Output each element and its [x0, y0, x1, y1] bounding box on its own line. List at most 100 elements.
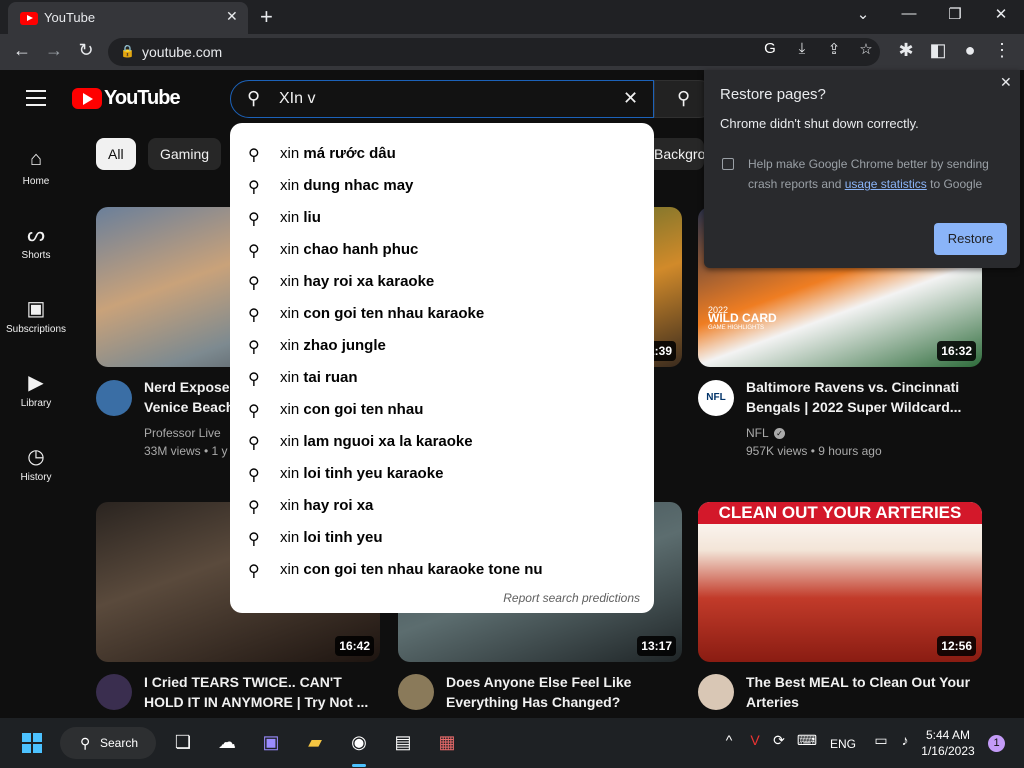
clock[interactable]: 5:44 AM 1/16/2023 [916, 727, 980, 759]
suggestion-item[interactable]: ⚲ xin loi tinh yeu [230, 522, 654, 554]
app-icon[interactable]: ▤ [388, 732, 418, 753]
channel-name[interactable]: Professor Live [144, 423, 230, 443]
menu-icon[interactable] [26, 90, 46, 106]
close-tab-icon[interactable]: ✕ [226, 8, 238, 25]
suggestion-text: zhao jungle [303, 337, 386, 354]
video-title-line[interactable]: Baltimore Ravens vs. Cincinnati [746, 377, 976, 397]
video-title-line[interactable]: Venice Beach [144, 397, 230, 417]
suggestion-item[interactable]: ⚲ xin dung nhac may [230, 170, 654, 202]
usage-statistics-link[interactable]: usage statistics [845, 177, 927, 191]
suggestion-text: hay roi xa [303, 497, 374, 514]
language-indicator[interactable]: ENG [830, 737, 856, 751]
video-meta: 957K views • 9 hours ago [746, 444, 882, 458]
tab-search-icon[interactable]: ⌄ [848, 5, 878, 23]
suggestion-text: hay roi xa karaoke [303, 273, 435, 290]
lock-icon[interactable]: 🔒 [120, 44, 135, 58]
keyboard-icon[interactable]: ⌨ [792, 732, 822, 749]
reload-icon[interactable]: ↻ [74, 40, 98, 61]
extensions-icon[interactable]: ✱ [894, 40, 918, 61]
windows-start-icon[interactable] [22, 733, 42, 753]
back-icon[interactable]: ← [10, 40, 34, 61]
chrome-icon[interactable]: ◉ [344, 732, 374, 753]
suggestion-item[interactable]: ⚲ xin chao hanh phuc [230, 234, 654, 266]
suggestion-item[interactable]: ⚲ xin liu [230, 202, 654, 234]
google-lens-icon[interactable]: G [758, 40, 782, 57]
taskbar-search[interactable]: ⚲ Search [60, 727, 156, 759]
suggestion-item[interactable]: ⚲ xin loi tinh yeu karaoke [230, 458, 654, 490]
suggestion-text: liu [303, 209, 321, 226]
video-title-line[interactable]: HOLD IT IN ANYMORE | Try Not ... [144, 692, 374, 712]
task-view-icon[interactable]: ❏ [168, 732, 198, 753]
restore-window-icon[interactable]: ❐ [940, 5, 970, 23]
report-search-predictions-link[interactable]: Report search predictions [503, 591, 640, 605]
close-dialog-icon[interactable]: ✕ [1000, 74, 1012, 91]
sidebar-item-history[interactable]: ◷ History [0, 444, 72, 483]
profile-icon[interactable]: ● [958, 40, 982, 61]
suggestion-item[interactable]: ⚲ xin con goi ten nhau karaoke [230, 298, 654, 330]
video-title-line[interactable]: I Cried TEARS TWICE.. CAN'T [144, 672, 374, 692]
suggestion-item[interactable]: ⚲ xin lam nguoi xa la karaoke [230, 426, 654, 458]
suggestion-text: chao hanh phuc [303, 241, 419, 258]
suggestion-item[interactable]: ⚲ xin tai ruan [230, 362, 654, 394]
sidebar-item-home[interactable]: ⌂ Home [0, 148, 72, 187]
suggestion-prefix: xin [280, 497, 300, 514]
forward-icon[interactable]: → [42, 40, 66, 61]
channel-avatar[interactable] [96, 674, 132, 710]
chrome-menu-icon[interactable]: ⋮ [990, 40, 1014, 61]
app-icon[interactable]: ▦ [432, 732, 462, 753]
chip-all[interactable]: All [96, 138, 136, 170]
minimize-icon[interactable]: — [894, 5, 924, 22]
suggestion-item[interactable]: ⚲ xin má rước dâu [230, 138, 654, 170]
bookmark-star-icon[interactable]: ☆ [854, 40, 878, 58]
video-title-line[interactable]: The Best MEAL to Clean Out Your [746, 672, 976, 692]
crash-report-checkbox[interactable] [722, 158, 734, 170]
video-title-line[interactable]: Bengals | 2022 Super Wildcard... [746, 397, 976, 417]
suggestion-item[interactable]: ⚲ xin con goi ten nhau [230, 394, 654, 426]
restore-button[interactable]: Restore [934, 223, 1007, 255]
chip-gaming[interactable]: Gaming [148, 138, 222, 170]
address-bar[interactable]: 🔒 youtube.com G ⤓ ⇪ ☆ [108, 38, 880, 66]
verified-check-icon: ✓ [774, 428, 785, 439]
side-panel-icon[interactable]: ◧ [926, 40, 950, 61]
video-title-line[interactable]: Arteries [746, 692, 976, 712]
library-icon: ▶ [28, 372, 44, 394]
youtube-logo-icon[interactable] [72, 88, 102, 109]
suggestion-item[interactable]: ⚲ xin zhao jungle [230, 330, 654, 362]
channel-avatar[interactable] [698, 674, 734, 710]
share-icon[interactable]: ⇪ [822, 40, 846, 58]
channel-avatar[interactable] [96, 380, 132, 416]
suggestion-prefix: xin [280, 561, 300, 578]
tray-sync-icon[interactable]: ⟳ [764, 732, 794, 749]
channel-avatar[interactable] [398, 674, 434, 710]
channel-name[interactable]: NFL [746, 423, 769, 443]
nfl-avatar[interactable]: NFL [698, 380, 734, 416]
search-suggestions-dropdown: ⚲ xin má rước dâu ⚲ xin dung nhac may ⚲ xin… [230, 123, 654, 613]
video-title-line[interactable]: Does Anyone Else Feel Like [446, 672, 676, 692]
browser-tab[interactable]: YouTube ✕ [8, 2, 248, 34]
chat-icon[interactable]: ▣ [256, 732, 286, 753]
active-app-indicator [352, 764, 366, 767]
search-icon: ⚲ [248, 499, 260, 516]
search-icon: ⚲ [248, 531, 260, 548]
suggestion-item[interactable]: ⚲ xin con goi ten nhau karaoke tone nu [230, 554, 654, 586]
video-title-line[interactable]: Everything Has Changed? [446, 692, 676, 712]
notification-badge[interactable]: 1 [988, 735, 1005, 752]
suggestion-item[interactable]: ⚲ xin hay roi xa karaoke [230, 266, 654, 298]
youtube-logo-text[interactable]: YouTube [104, 87, 181, 110]
search-icon: ⚲ [248, 307, 260, 324]
suggestion-prefix: xin [280, 145, 300, 162]
suggestion-item[interactable]: ⚲ xin hay roi xa [230, 490, 654, 522]
video-title-line[interactable]: Nerd Exposes [144, 377, 230, 397]
sidebar-item-shorts[interactable]: ᔕ Shorts [0, 222, 72, 261]
close-window-icon[interactable]: ✕ [986, 5, 1016, 23]
widgets-icon[interactable]: ☁ [212, 732, 242, 753]
sidebar-item-library[interactable]: ▶ Library [0, 370, 72, 409]
search-query[interactable]: XIn v [279, 90, 315, 108]
sidebar-item-subscriptions[interactable]: ▣ Subscriptions [0, 296, 72, 335]
file-explorer-icon[interactable]: ▰ [300, 732, 330, 753]
search-input[interactable]: ⚲ XIn v ✕ [230, 80, 654, 118]
install-icon[interactable]: ⤓ [790, 40, 814, 57]
clear-search-icon[interactable]: ✕ [623, 88, 638, 109]
video-thumbnail[interactable]: CLEAN OUT YOUR ARTERIES 12:56 [698, 502, 982, 662]
new-tab-icon[interactable]: + [260, 4, 273, 30]
